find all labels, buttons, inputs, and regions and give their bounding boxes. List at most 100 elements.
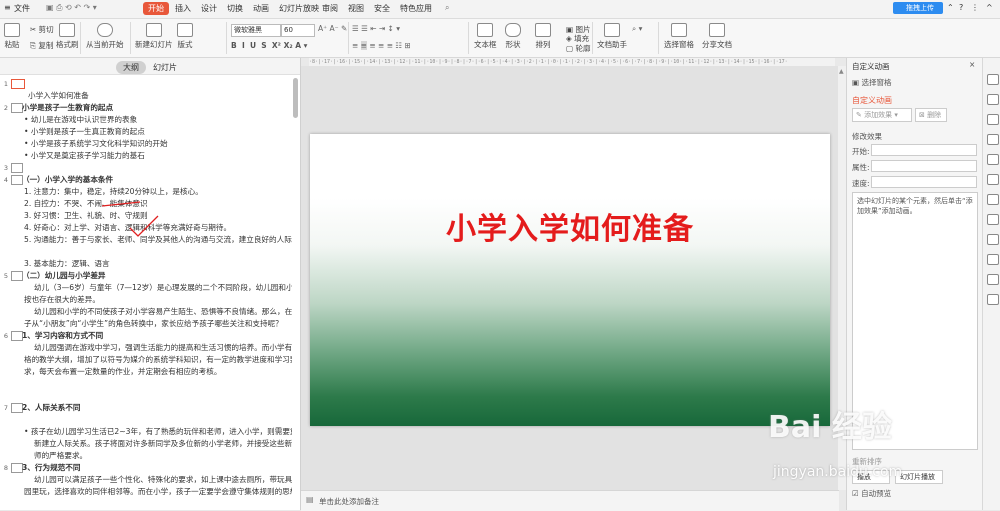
notes-placeholder[interactable]: 单击此处添加备注 bbox=[319, 496, 379, 507]
cut-button[interactable]: ✂ 剪切 bbox=[30, 24, 54, 35]
cloud-upload-badge[interactable]: 拖拽上传 bbox=[893, 2, 943, 14]
quick-access-icons[interactable]: ▣ ⎙ ⟲ ↶ ↷ ▾ bbox=[46, 3, 97, 13]
doc-helper-button[interactable]: 文档助手 bbox=[597, 23, 627, 50]
list-icon[interactable] bbox=[987, 214, 999, 225]
tab-features[interactable]: 特色应用 bbox=[400, 3, 432, 14]
search-icon[interactable]: ⌕ bbox=[445, 3, 449, 13]
outline-button[interactable]: ▢ 轮廓 bbox=[566, 43, 590, 54]
outline-line[interactable] bbox=[0, 414, 292, 426]
add-effect-button[interactable]: ✎ 添加效果 ▾ bbox=[852, 108, 912, 122]
outline-line[interactable]: • 小学是孩子系统学习文化科学知识的开始 bbox=[0, 138, 292, 150]
outline-line[interactable]: 1. 注意力：集中，稳定，持续20分钟以上，是核心。 bbox=[0, 186, 292, 198]
tab-security[interactable]: 安全 bbox=[374, 3, 390, 14]
scroll-up-icon[interactable]: ▲ bbox=[839, 68, 844, 75]
outline-line[interactable]: 6 1、学习内容和方式不同 bbox=[0, 330, 292, 342]
outline-line[interactable]: 1 bbox=[0, 78, 292, 90]
tab-slides[interactable]: 幻灯片 bbox=[146, 61, 184, 74]
outline-line[interactable]: 园里玩，选择喜欢的同伴相邻等。而在小学，孩子一定要学会遵守集体规则的思想要求 bbox=[0, 486, 292, 498]
outline-line[interactable]: • 小学又是奠定孩子学习能力的基石 bbox=[0, 150, 292, 162]
from-current-button[interactable]: 从当前开始 bbox=[86, 23, 124, 50]
select-pane-link[interactable]: ▣ 选择窗格 bbox=[852, 77, 891, 88]
help-circle-icon[interactable] bbox=[987, 294, 999, 305]
shape-button[interactable]: 形状 bbox=[505, 23, 521, 50]
notes-bar[interactable]: ▤ 单击此处添加备注 bbox=[301, 490, 839, 511]
slide-title[interactable]: 小学入学如何准备 bbox=[310, 204, 830, 248]
file-menu[interactable]: 文件 bbox=[14, 3, 30, 14]
textbox-button[interactable]: 文本框 bbox=[474, 23, 497, 50]
tab-insert[interactable]: 插入 bbox=[175, 3, 191, 14]
outline-line[interactable]: 子从“小朋友”向“小学生”的角色转换中，家长应给予孩子哪些关注和支持呢？ bbox=[0, 318, 292, 330]
outline-line[interactable]: • 孩子在幼儿园学习生活已2~3年，有了熟悉的玩伴和老师，进入小学，则需要重 bbox=[0, 426, 292, 438]
upload-button[interactable]: 拖拽上传 bbox=[906, 3, 934, 13]
outline-line[interactable]: 小学入学如何准备 bbox=[0, 90, 292, 102]
outline-line[interactable]: 幼儿园可以满足孩子一些个性化、特殊化的要求，如上课中途去厕所，带玩具来 bbox=[0, 474, 292, 486]
new-slide-button[interactable]: 新建幻灯片 bbox=[135, 23, 173, 50]
backup-icon[interactable] bbox=[987, 274, 999, 285]
list-buttons[interactable]: ☰ ☰ ⇤ ⇥ ↕ ▾ bbox=[352, 24, 400, 33]
select-icon[interactable] bbox=[987, 114, 999, 125]
tab-design[interactable]: 设计 bbox=[201, 3, 217, 14]
outline-scrollbar[interactable] bbox=[293, 78, 298, 118]
outline-line[interactable]: 格的教学大纲，增加了以符号为媒介的系统学科知识，有一定的教学进度和学习要 bbox=[0, 354, 292, 366]
outline-line[interactable]: 4 （一）小学入学的基本条件 bbox=[0, 174, 292, 186]
slide-thumb-icon[interactable] bbox=[11, 79, 25, 89]
arrange-button[interactable]: 排列 bbox=[535, 23, 551, 50]
outline-line[interactable]: 2 小学是孩子一生教育的起点 bbox=[0, 102, 292, 114]
close-icon[interactable]: × bbox=[969, 60, 975, 69]
outline-line[interactable]: 7 2、人际关系不同 bbox=[0, 402, 292, 414]
image-icon[interactable] bbox=[987, 254, 999, 265]
more-icon[interactable]: ⋮ bbox=[971, 3, 979, 12]
slide-thumb-icon[interactable] bbox=[11, 163, 23, 173]
outline-line[interactable]: 新建立人际关系。孩子将面对许多新同学及多位新的小学老师，并接受这些新老 bbox=[0, 438, 292, 450]
outline-line[interactable] bbox=[0, 390, 292, 402]
tab-slideshow[interactable]: 幻灯片放映 bbox=[279, 3, 319, 14]
paste-button[interactable]: 粘贴 bbox=[4, 23, 20, 50]
template-icon[interactable] bbox=[987, 174, 999, 185]
outline-line[interactable]: 按也存在很大的差异。 bbox=[0, 294, 292, 306]
outline-line[interactable]: 幼儿园强调在游戏中学习，强调生活能力的提高和生活习惯的培养。而小学有严 bbox=[0, 342, 292, 354]
outline-line[interactable]: 求，每天会布置一定数量的作业，并定期会有相应的考核。 bbox=[0, 366, 292, 378]
outline-line[interactable] bbox=[0, 378, 292, 390]
find-replace-buttons[interactable]: ⌕ ▾ bbox=[632, 24, 642, 34]
tab-animations[interactable]: 动画 bbox=[253, 3, 269, 14]
outline-line[interactable]: 师的严格要求。 bbox=[0, 450, 292, 462]
minimize-icon[interactable]: ⌃ bbox=[947, 3, 954, 12]
align-buttons[interactable]: ≡ ≡ ≡ ≡ ≡ ☷ ⊞ bbox=[352, 41, 411, 50]
help-icon[interactable]: ? bbox=[959, 3, 963, 12]
property-select[interactable] bbox=[871, 160, 977, 172]
text-format-buttons[interactable]: B I U S X² X₂ A ▾ bbox=[231, 41, 307, 50]
select-pane-button[interactable]: 选择窗格 bbox=[664, 23, 694, 50]
slide-canvas[interactable]: 小学入学如何准备 bbox=[310, 134, 830, 426]
outline-line[interactable]: 幼儿（3—6岁）与童年（7—12岁）是心理发展的二个不同阶段，幼儿园和小学 bbox=[0, 282, 292, 294]
start-select[interactable] bbox=[871, 144, 977, 156]
speed-select[interactable] bbox=[871, 176, 977, 188]
tab-review[interactable]: 审阅 bbox=[322, 3, 338, 14]
tab-outline[interactable]: 大纲 bbox=[116, 61, 146, 74]
outline-line[interactable]: • 小学则是孩子一生真正教育的起点 bbox=[0, 126, 292, 138]
font-size-buttons[interactable]: A⁺ A⁻ ✎ bbox=[318, 24, 347, 33]
map-icon[interactable] bbox=[987, 234, 999, 245]
layout-button[interactable]: 版式 bbox=[177, 23, 193, 50]
format-painter-button[interactable]: 格式刷 bbox=[56, 23, 79, 50]
layers-icon[interactable] bbox=[987, 194, 999, 205]
font-size-select[interactable]: 60 bbox=[281, 24, 315, 37]
tab-view[interactable]: 视图 bbox=[348, 3, 364, 14]
delete-button[interactable]: ⊠ 删除 bbox=[915, 108, 947, 122]
outline-line[interactable]: 3 bbox=[0, 162, 292, 174]
animation-icon[interactable] bbox=[987, 74, 999, 85]
app-menu-icon[interactable]: ≡ bbox=[4, 3, 11, 12]
share-doc-button[interactable]: 分享文档 bbox=[702, 23, 732, 50]
copy-button[interactable]: ⎘ 复制 bbox=[30, 40, 53, 51]
outline-line[interactable]: • 幼儿是在游戏中认识世界的表象 bbox=[0, 114, 292, 126]
outline-line[interactable]: 幼儿园和小学的不同使孩子对小学容易产生陌生、恐惧等不良情绪。那么，在孩 bbox=[0, 306, 292, 318]
outline-line[interactable]: 3. 基本能力：逻辑、语言 bbox=[0, 258, 292, 270]
outline-line[interactable]: 5 （二）幼儿园与小学差异 bbox=[0, 270, 292, 282]
transition-icon[interactable] bbox=[987, 134, 999, 145]
font-name-select[interactable]: 微软雅黑 bbox=[231, 24, 281, 37]
properties-icon[interactable] bbox=[987, 94, 999, 105]
collapse-icon[interactable]: ^ bbox=[986, 3, 993, 12]
outline-line[interactable]: 8 3、行为规范不同 bbox=[0, 462, 292, 474]
tab-home[interactable]: 开始 bbox=[143, 2, 169, 15]
tab-transitions[interactable]: 切换 bbox=[227, 3, 243, 14]
style-icon[interactable] bbox=[987, 154, 999, 165]
